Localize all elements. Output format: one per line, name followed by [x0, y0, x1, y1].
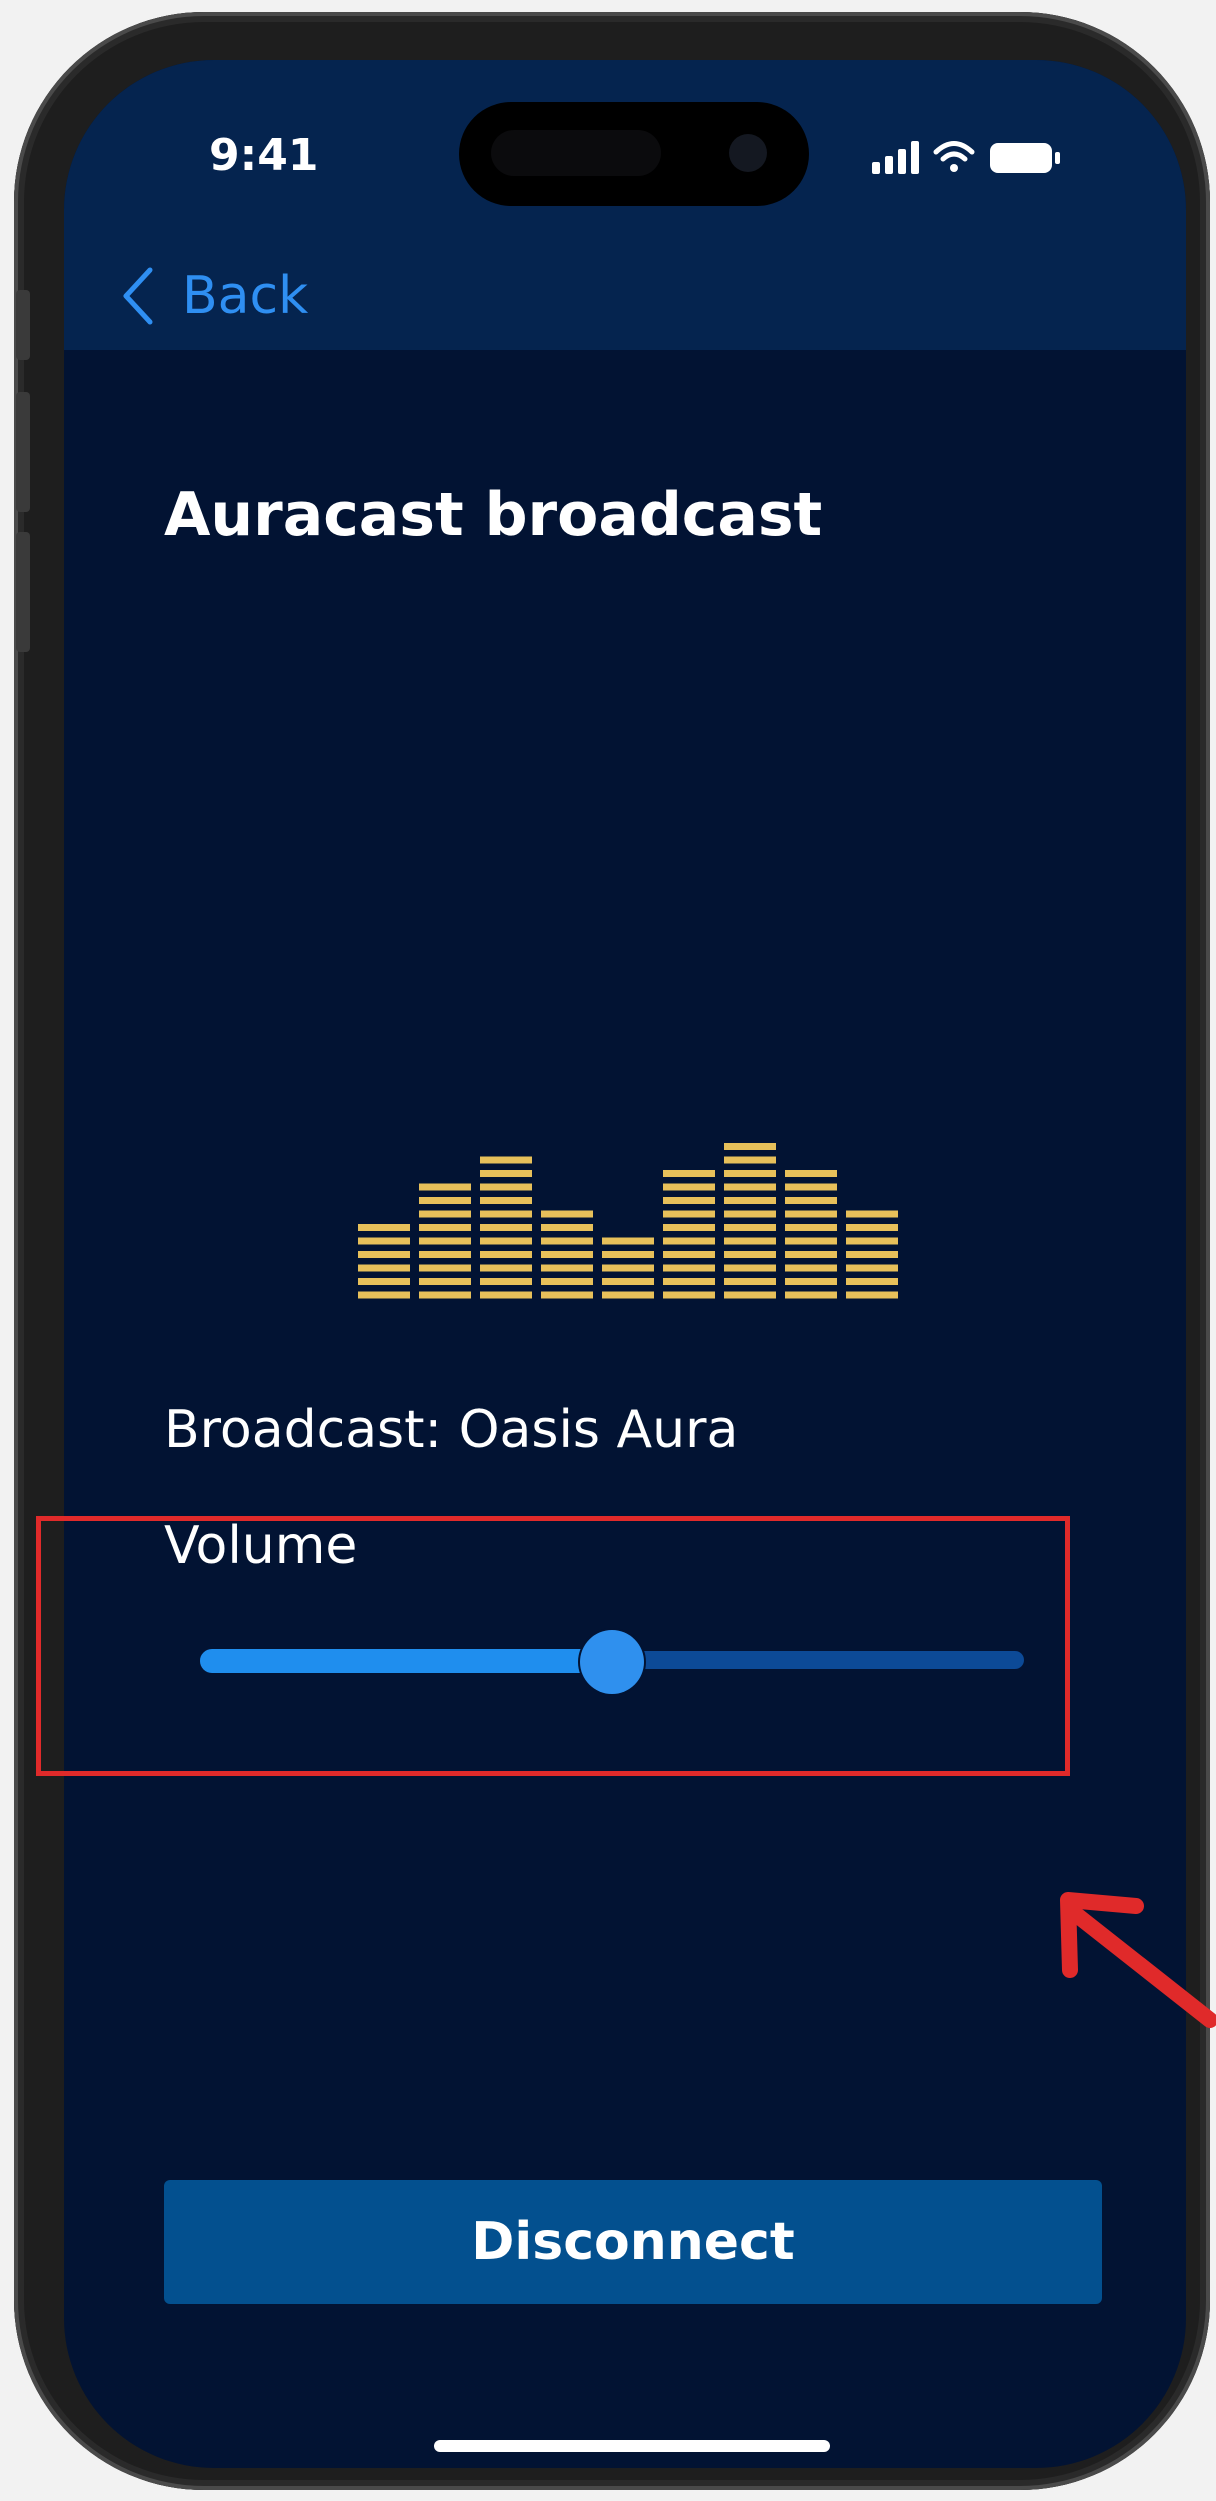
equalizer-bar: [602, 1237, 654, 1299]
status-icons: [872, 141, 1060, 174]
navigation-bar: 9:41 Back: [64, 60, 1186, 350]
side-button-volume-down: [16, 532, 30, 652]
status-time: 9:41: [209, 130, 319, 181]
home-indicator: [434, 2440, 830, 2452]
broadcast-name: Broadcast: Oasis Aura: [164, 1400, 739, 1460]
side-button-action: [16, 290, 30, 360]
annotation-highlight-box: [36, 1516, 1070, 1776]
page-title: Auracast broadcast: [164, 480, 823, 550]
equalizer-bar: [541, 1210, 593, 1299]
disconnect-button[interactable]: Disconnect: [164, 2180, 1102, 2304]
equalizer-bar: [663, 1170, 715, 1299]
battery-icon: [990, 143, 1060, 173]
dynamic-island: [459, 102, 809, 206]
side-button-volume-up: [16, 392, 30, 512]
back-chevron-icon: [123, 267, 153, 325]
equalizer-bar: [846, 1210, 898, 1299]
wifi-icon: [933, 141, 975, 172]
phone-frame: 9:41 Back Auracast broadcast Broadcast: …: [14, 12, 1210, 2490]
annotation-arrow-icon: [1060, 1892, 1216, 2028]
equalizer-bar: [724, 1143, 776, 1299]
equalizer-bar: [785, 1170, 837, 1299]
screen: 9:41 Back Auracast broadcast Broadcast: …: [64, 60, 1186, 2468]
equalizer-bar: [419, 1183, 471, 1299]
back-label: Back: [182, 266, 309, 326]
back-button[interactable]: Back: [120, 256, 308, 336]
equalizer-visualization: [358, 1143, 898, 1299]
equalizer-bar: [358, 1224, 410, 1299]
equalizer-bar: [480, 1156, 532, 1299]
cellular-signal-icon: [872, 141, 919, 174]
